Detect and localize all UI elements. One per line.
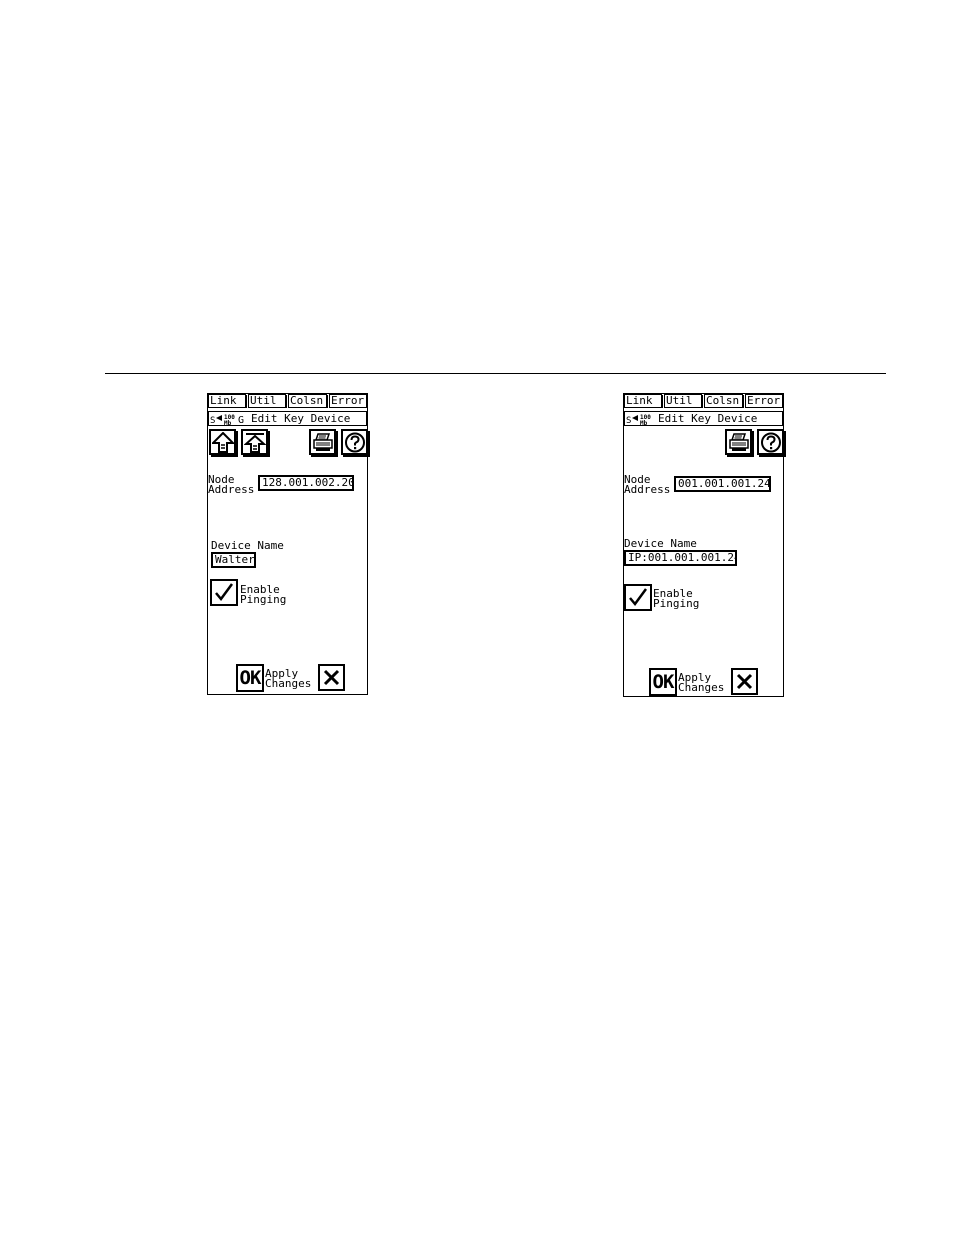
svg-text:S: S [626, 416, 631, 425]
checkmark-icon [629, 588, 648, 607]
cancel-button[interactable] [318, 664, 345, 691]
top-arrow-button[interactable] [241, 429, 268, 455]
tab-colsn[interactable]: Colsn [288, 394, 328, 408]
apply-label-line2: Changes [265, 677, 312, 690]
printer-icon [313, 433, 333, 451]
print-button[interactable] [725, 429, 752, 455]
printer-icon [729, 433, 749, 451]
print-button[interactable] [309, 429, 336, 455]
node-label-line2: Address [624, 483, 671, 496]
up-arrow-button[interactable] [209, 429, 236, 455]
close-icon [736, 673, 753, 690]
title-bar: S 100 Mb Edit Key Device [624, 411, 783, 427]
checkmark-icon [215, 583, 234, 602]
svg-text:S: S [210, 416, 215, 425]
screen-title: Edit Key Device [251, 412, 351, 425]
node-label-line2: Address [208, 483, 255, 496]
help-icon [761, 432, 781, 453]
device-screen-right: Link Util Colsn Error S 100 Mb Edit Key … [623, 393, 784, 697]
tab-error[interactable]: Error [329, 394, 368, 408]
svg-text:Mb: Mb [640, 420, 648, 425]
device-name-label: Device Name [624, 537, 697, 550]
apply-label-line2: Changes [678, 681, 725, 694]
help-button[interactable] [757, 429, 784, 455]
page-divider-rule [105, 373, 886, 374]
tab-util[interactable]: Util [664, 394, 703, 408]
node-address-field[interactable]: 001.001.001.240 [674, 476, 771, 492]
tab-link[interactable]: Link [624, 394, 663, 408]
link-status-icon: S 100 Mb G [210, 413, 248, 427]
ok-button[interactable]: OK [236, 664, 264, 692]
device-name-label: Device Name [211, 539, 284, 552]
screen-title: Edit Key Device [658, 412, 758, 425]
cancel-button[interactable] [731, 668, 758, 695]
help-icon [345, 432, 365, 453]
svg-text:Mb: Mb [224, 420, 232, 425]
enable-label-line2: Pinging [240, 593, 287, 606]
tab-error[interactable]: Error [745, 394, 784, 408]
help-button[interactable] [341, 429, 368, 455]
svg-text:G: G [238, 415, 244, 425]
enable-label-line2: Pinging [653, 597, 700, 610]
top-arrow-icon [244, 433, 266, 453]
tab-colsn[interactable]: Colsn [704, 394, 744, 408]
close-icon [323, 669, 340, 686]
enable-pinging-checkbox[interactable] [624, 584, 652, 611]
tab-util[interactable]: Util [248, 394, 287, 408]
device-name-field[interactable]: Walter [211, 552, 256, 568]
tab-link[interactable]: Link [208, 394, 247, 408]
tab-bar: Link Util Colsn Error [208, 394, 368, 408]
title-bar: S 100 Mb G Edit Key Device [208, 411, 367, 427]
ok-button[interactable]: OK [649, 668, 677, 696]
enable-pinging-checkbox[interactable] [210, 579, 238, 606]
device-name-field[interactable]: IP:001.001.001.240 [624, 550, 737, 566]
node-address-field[interactable]: 128.001.002.201 [258, 475, 354, 491]
device-screen-left: Link Util Colsn Error S 100 Mb G Edit Ke… [207, 393, 368, 695]
up-arrow-icon [212, 432, 234, 453]
tab-bar: Link Util Colsn Error [624, 394, 784, 408]
